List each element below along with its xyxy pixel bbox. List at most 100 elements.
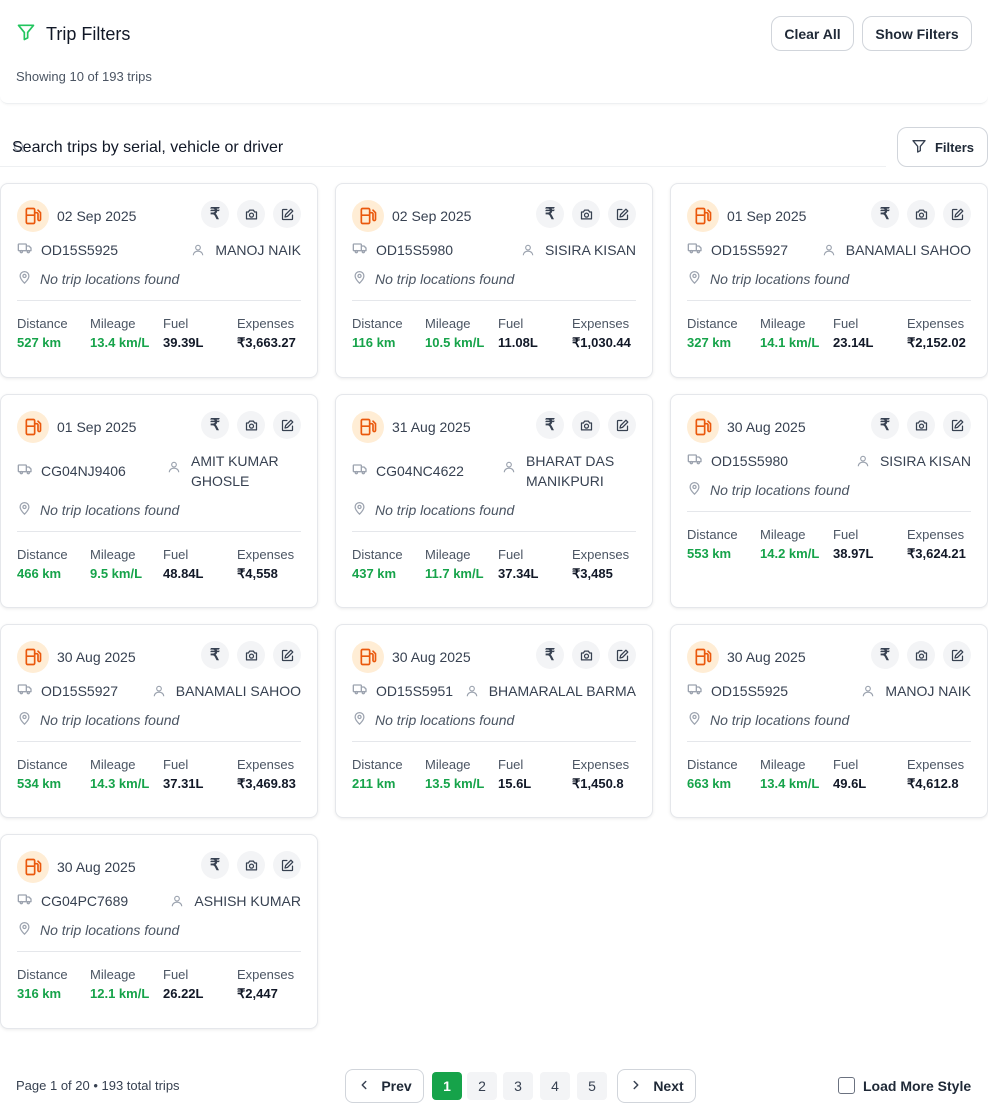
camera-icon[interactable] xyxy=(572,200,600,228)
fuel-stat: Fuel 37.31L xyxy=(163,757,203,791)
fuel-stat: Fuel 37.34L xyxy=(498,547,538,581)
vehicle-info: OD15S5925 xyxy=(687,681,788,700)
trip-card[interactable]: 30 Aug 2025 ₹ OD15S5927 BANAMALI SAHOO No tr… xyxy=(0,624,318,818)
page-button-4[interactable]: 4 xyxy=(540,1072,570,1100)
trip-card[interactable]: 30 Aug 2025 ₹ OD15S5951 BHAMARALAL BARMA No … xyxy=(335,624,653,818)
edit-icon[interactable] xyxy=(273,641,301,669)
fuel-value: 37.34L xyxy=(498,566,539,581)
expenses-value: ₹1,450.8 xyxy=(572,776,624,791)
page-button-1[interactable]: 1 xyxy=(432,1072,462,1100)
no-locations-text: No trip locations found xyxy=(40,712,180,728)
vehicle-number: CG04NJ9406 xyxy=(41,462,126,479)
vehicle-number: OD15S5951 xyxy=(376,682,454,699)
trip-locations: No trip locations found xyxy=(352,270,514,288)
driver-info: SISIRA KISAN xyxy=(856,451,971,473)
rupee-icon[interactable]: ₹ xyxy=(201,200,229,228)
page-button-3[interactable]: 3 xyxy=(503,1072,533,1100)
rupee-icon[interactable]: ₹ xyxy=(201,641,229,669)
expenses-stat: Expenses ₹3,469.83 xyxy=(237,757,296,792)
card-divider xyxy=(687,741,971,742)
rupee-icon[interactable]: ₹ xyxy=(201,851,229,879)
trip-card[interactable]: 30 Aug 2025 ₹ OD15S5925 MANOJ NAIK No trip l… xyxy=(670,624,988,818)
trip-card[interactable]: 02 Sep 2025 ₹ OD15S5980 SISIRA KISAN No trip… xyxy=(335,183,653,378)
camera-icon[interactable] xyxy=(237,641,265,669)
expenses-stat: Expenses ₹1,450.8 xyxy=(572,757,629,792)
trip-card[interactable]: 31 Aug 2025 ₹ CG04NC4622 BHARAT DAS MANIKPU… xyxy=(335,394,653,608)
filter-icon xyxy=(16,22,36,47)
edit-icon[interactable] xyxy=(943,200,971,228)
edit-icon[interactable] xyxy=(943,411,971,439)
no-locations-text: No trip locations found xyxy=(710,271,850,287)
prev-page-button[interactable]: Prev xyxy=(345,1069,424,1103)
vehicle-driver-row: OD15S5927 BANAMALI SAHOO xyxy=(687,240,971,262)
fuel-stat: Fuel 26.22L xyxy=(163,967,203,1001)
vehicle-info: OD15S5980 xyxy=(687,451,788,470)
fuel-label: Fuel xyxy=(498,757,524,772)
camera-icon[interactable] xyxy=(907,411,935,439)
fuel-stat: Fuel 39.39L xyxy=(163,316,203,350)
trip-date: 02 Sep 2025 xyxy=(392,208,472,224)
fuel-value: 48.84L xyxy=(163,566,204,581)
trip-card[interactable]: 30 Aug 2025 ₹ OD15S5980 SISIRA KISAN No trip… xyxy=(670,394,988,608)
camera-icon[interactable] xyxy=(907,641,935,669)
expenses-label: Expenses xyxy=(572,547,630,562)
page-button-5[interactable]: 5 xyxy=(577,1072,607,1100)
distance-value: 327 km xyxy=(687,335,732,350)
camera-icon[interactable] xyxy=(237,200,265,228)
edit-icon[interactable] xyxy=(608,411,636,439)
rupee-icon[interactable]: ₹ xyxy=(871,411,899,439)
edit-icon[interactable] xyxy=(273,411,301,439)
distance-label: Distance xyxy=(17,547,68,562)
fuel-label: Fuel xyxy=(833,527,859,542)
prev-label: Prev xyxy=(381,1078,412,1094)
chevron-right-icon xyxy=(629,1078,643,1095)
rupee-icon[interactable]: ₹ xyxy=(536,200,564,228)
edit-icon[interactable] xyxy=(608,200,636,228)
show-filters-button[interactable]: Show Filters xyxy=(862,16,972,51)
fuel-pump-icon xyxy=(17,411,49,443)
fuel-stat: Fuel 11.08L xyxy=(498,316,538,350)
page-button-2[interactable]: 2 xyxy=(467,1072,497,1100)
filters-button-label: Filters xyxy=(934,139,974,155)
expenses-stat: Expenses ₹2,447 xyxy=(237,967,294,1002)
driver-info: MANOJ NAIK xyxy=(191,240,301,262)
rupee-icon[interactable]: ₹ xyxy=(871,641,899,669)
edit-icon[interactable] xyxy=(608,641,636,669)
mileage-value: 12.1 km/L xyxy=(90,986,150,1001)
mileage-label: Mileage xyxy=(90,316,136,331)
driver-info: SISIRA KISAN xyxy=(521,240,636,262)
expenses-label: Expenses xyxy=(907,316,965,331)
distance-stat: Distance 327 km xyxy=(687,316,738,350)
mileage-stat: Mileage 14.2 km/L xyxy=(760,527,819,561)
trip-actions: ₹ xyxy=(871,411,971,439)
rupee-icon[interactable]: ₹ xyxy=(536,641,564,669)
fuel-pump-icon xyxy=(687,200,719,232)
edit-icon[interactable] xyxy=(273,200,301,228)
edit-icon[interactable] xyxy=(943,641,971,669)
fuel-pump-icon xyxy=(352,641,384,673)
rupee-icon[interactable]: ₹ xyxy=(536,411,564,439)
rupee-icon[interactable]: ₹ xyxy=(201,411,229,439)
edit-icon[interactable] xyxy=(273,851,301,879)
trip-card[interactable]: 02 Sep 2025 ₹ OD15S5925 MANOJ NAIK No trip l… xyxy=(0,183,318,378)
trip-date: 30 Aug 2025 xyxy=(392,649,471,665)
distance-label: Distance xyxy=(687,316,738,331)
driver-name: SISIRA KISAN xyxy=(544,242,636,258)
rupee-icon[interactable]: ₹ xyxy=(871,200,899,228)
camera-icon[interactable] xyxy=(572,641,600,669)
clear-all-button[interactable]: Clear All xyxy=(771,16,854,51)
camera-icon[interactable] xyxy=(237,411,265,439)
load-more-checkbox[interactable] xyxy=(838,1077,855,1094)
camera-icon[interactable] xyxy=(572,411,600,439)
camera-icon[interactable] xyxy=(907,200,935,228)
trip-actions: ₹ xyxy=(536,411,636,439)
filters-button[interactable]: Filters xyxy=(897,127,988,167)
trip-card[interactable]: 30 Aug 2025 ₹ CG04PC7689 ASHISH KUMAR No tri… xyxy=(0,834,318,1029)
camera-icon[interactable] xyxy=(237,851,265,879)
trip-card[interactable]: 01 Sep 2025 ₹ CG04NJ9406 AMIT KUMAR GHOSLE N… xyxy=(0,394,318,608)
filter-icon xyxy=(911,138,927,157)
trip-card[interactable]: 01 Sep 2025 ₹ OD15S5927 BANAMALI SAHOO No tr… xyxy=(670,183,988,378)
next-page-button[interactable]: Next xyxy=(617,1069,696,1103)
search-input[interactable] xyxy=(12,135,872,161)
map-pin-icon xyxy=(17,270,32,288)
